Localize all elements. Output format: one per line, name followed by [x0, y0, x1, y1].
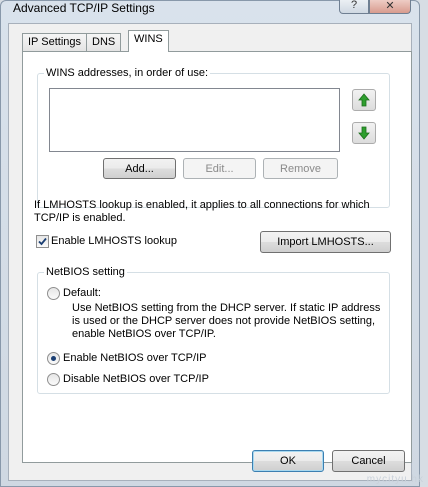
- cancel-button[interactable]: Cancel: [332, 450, 405, 472]
- cancel-button-label: Cancel: [351, 455, 386, 467]
- enable-lmhosts-checkbox[interactable]: [36, 235, 49, 248]
- watermark-text: mycityu.hk: [366, 474, 424, 485]
- help-button[interactable]: ?: [339, 0, 369, 14]
- lmhosts-info-text: If LMHOSTS lookup is enabled, it applies…: [34, 199, 370, 224]
- tab-label: IP Settings: [28, 36, 81, 48]
- netbios-setting-group: NetBIOS setting Default: Use NetBIOS set…: [37, 266, 390, 394]
- move-up-button[interactable]: [352, 89, 376, 111]
- dialog-window: Advanced TCP/IP Settings ? ✕ IP Settings…: [0, 0, 420, 487]
- tab-ip-settings[interactable]: IP Settings: [22, 33, 87, 51]
- remove-button[interactable]: Remove: [263, 158, 338, 179]
- edit-button[interactable]: Edit...: [183, 158, 256, 179]
- tab-wins[interactable]: WINS: [128, 30, 169, 52]
- close-icon: ✕: [385, 0, 395, 12]
- dialog-client-area: IP Settings DNS WINS WINS addresses, in …: [8, 23, 412, 481]
- wins-addresses-label: WINS addresses, in order of use:: [44, 67, 211, 79]
- move-down-button[interactable]: [352, 122, 376, 144]
- close-button[interactable]: ✕: [369, 0, 411, 14]
- wins-address-list[interactable]: [49, 88, 340, 152]
- disable-netbios-radio[interactable]: [47, 373, 60, 386]
- checkmark-icon: [38, 237, 47, 246]
- netbios-default-radio[interactable]: [47, 287, 60, 300]
- help-icon: ?: [350, 0, 358, 11]
- radio-selected-dot: [51, 356, 56, 361]
- add-button-label: Add...: [125, 162, 154, 175]
- import-lmhosts-button[interactable]: Import LMHOSTS...: [260, 231, 391, 253]
- tab-label: WINS: [134, 33, 163, 45]
- tab-dns[interactable]: DNS: [86, 33, 122, 51]
- edit-button-label: Edit...: [205, 162, 234, 175]
- ok-button[interactable]: OK: [252, 450, 324, 472]
- wins-addresses-group: WINS addresses, in order of use: Add...: [37, 67, 390, 208]
- ok-button-label: OK: [280, 455, 296, 467]
- remove-button-label: Remove: [280, 162, 321, 175]
- netbios-default-description: Use NetBIOS setting from the DHCP server…: [72, 302, 381, 340]
- disable-netbios-label[interactable]: Disable NetBIOS over TCP/IP: [63, 373, 209, 386]
- netbios-default-label[interactable]: Default:: [63, 287, 101, 300]
- import-lmhosts-label: Import LMHOSTS...: [277, 236, 374, 248]
- window-title: Advanced TCP/IP Settings: [13, 1, 155, 15]
- green-up-arrow-icon: [358, 93, 370, 107]
- tab-label: DNS: [92, 36, 116, 48]
- enable-netbios-radio[interactable]: [47, 352, 60, 365]
- green-down-arrow-icon: [358, 126, 370, 140]
- enable-netbios-label[interactable]: Enable NetBIOS over TCP/IP: [63, 352, 206, 365]
- wins-tab-panel: WINS addresses, in order of use: Add...: [22, 51, 412, 463]
- add-button[interactable]: Add...: [103, 158, 176, 179]
- netbios-setting-label: NetBIOS setting: [44, 266, 127, 278]
- enable-lmhosts-label[interactable]: Enable LMHOSTS lookup: [51, 235, 177, 248]
